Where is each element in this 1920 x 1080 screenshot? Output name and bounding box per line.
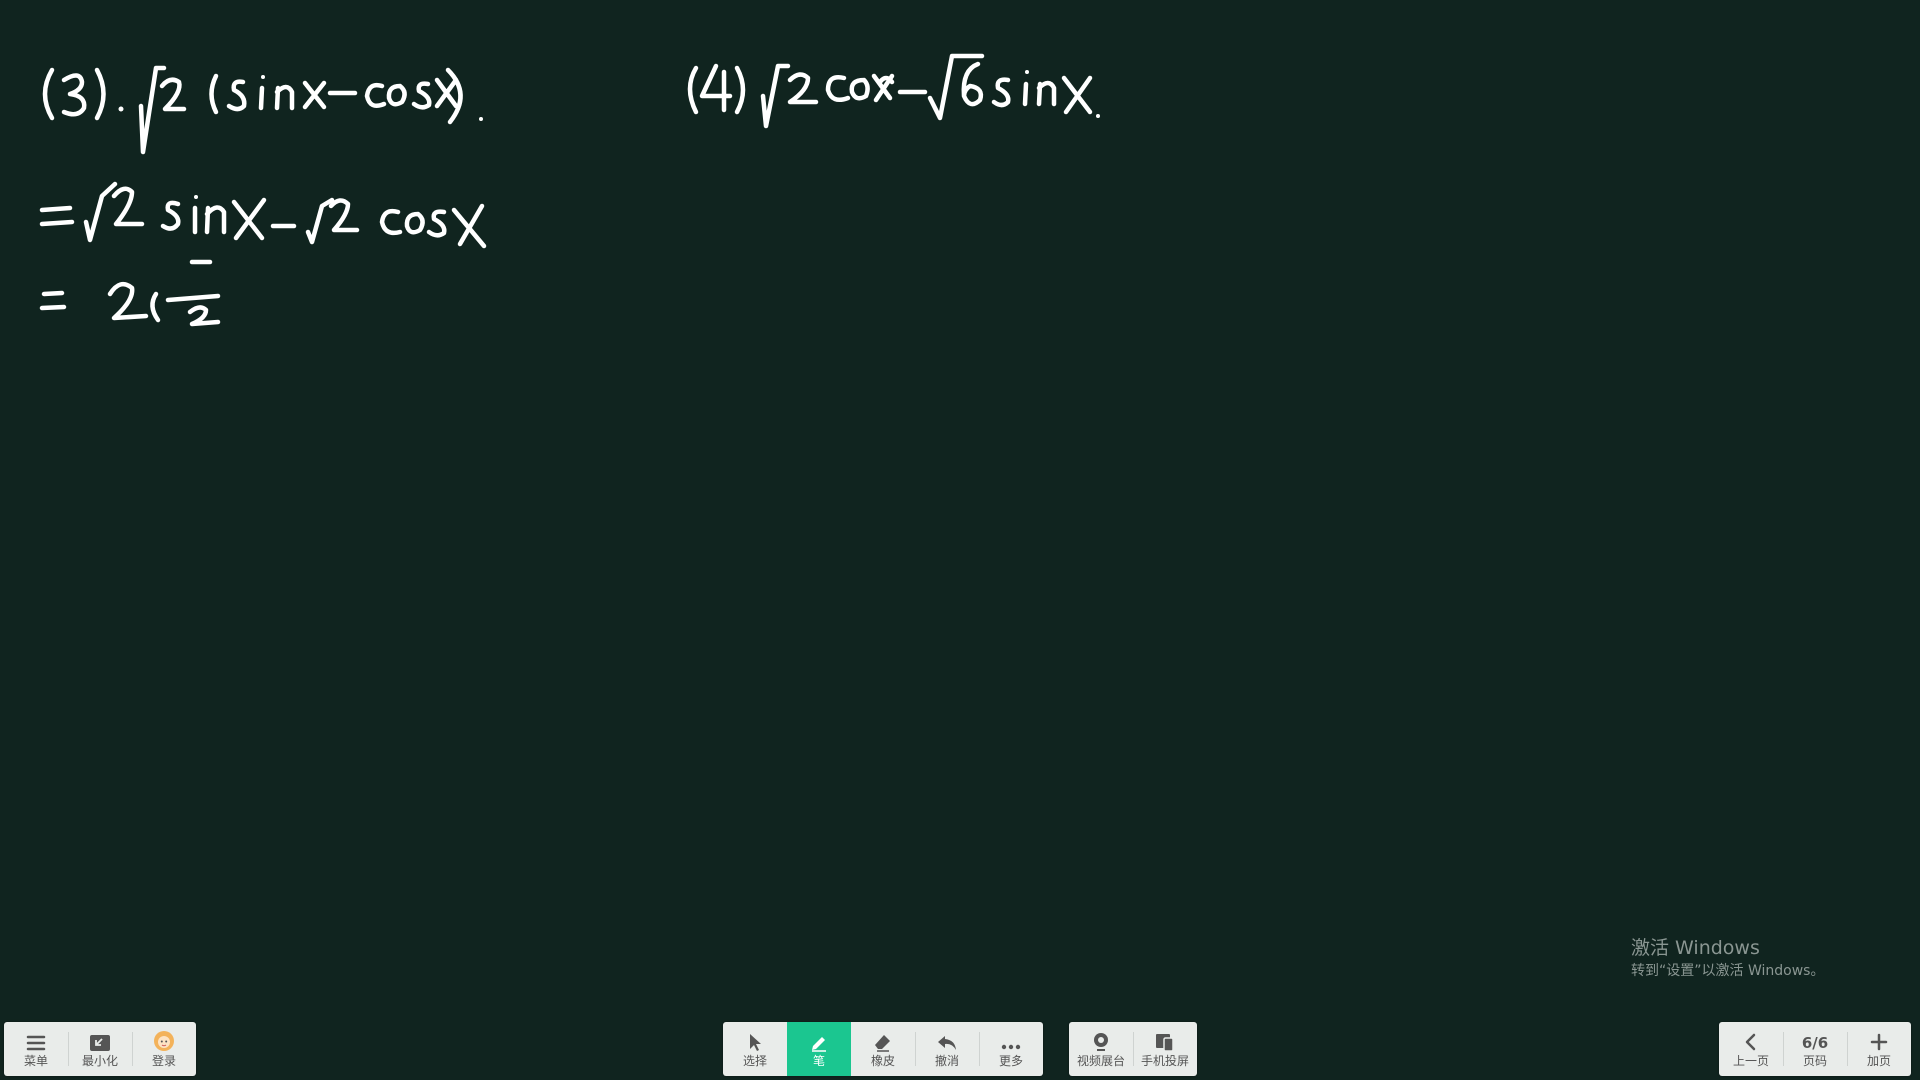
add-page-button[interactable]: 加页 xyxy=(1847,1022,1911,1076)
avatar-icon xyxy=(153,1030,175,1052)
phone-cast-icon xyxy=(1154,1030,1176,1052)
menu-button[interactable]: 菜单 xyxy=(4,1022,68,1076)
phone-cast-button[interactable]: 手机投屏 xyxy=(1133,1022,1197,1076)
more-label: 更多 xyxy=(998,1054,1023,1068)
login-label: 登录 xyxy=(151,1054,176,1068)
media-toolbar: 视频展台 手机投屏 xyxy=(1069,1022,1197,1076)
undo-icon xyxy=(936,1030,958,1052)
chevron-left-icon xyxy=(1743,1030,1759,1052)
pen-tool-button[interactable]: 笔 xyxy=(787,1022,851,1076)
video-booth-button[interactable]: 视频展台 xyxy=(1069,1022,1133,1076)
watermark-title: 激活 Windows xyxy=(1631,937,1760,959)
more-dots-icon xyxy=(1000,1030,1022,1052)
windows-activation-watermark: 激活 Windows 转到“设置”以激活 Windows。 xyxy=(1631,935,1824,981)
handwritten-line-2 xyxy=(39,181,487,249)
eraser-icon xyxy=(873,1030,893,1052)
camera-icon xyxy=(1091,1030,1111,1052)
handwritten-problem-3 xyxy=(42,65,483,155)
phone-cast-label: 手机投屏 xyxy=(1140,1054,1189,1068)
page-number-value: 6/6 xyxy=(1801,1034,1829,1052)
select-label: 选择 xyxy=(742,1054,767,1068)
page-number-button[interactable]: 6/6 页码 xyxy=(1783,1022,1847,1076)
eraser-label: 橡皮 xyxy=(870,1054,895,1068)
watermark-subtitle: 转到“设置”以激活 Windows。 xyxy=(1631,963,1825,979)
pen-icon xyxy=(809,1030,829,1052)
eraser-tool-button[interactable]: 橡皮 xyxy=(851,1022,915,1076)
more-button[interactable]: 更多 xyxy=(979,1022,1043,1076)
minimize-label: 最小化 xyxy=(81,1054,118,1068)
minimize-button[interactable]: 最小化 xyxy=(68,1022,132,1076)
left-toolbar: 菜单 最小化 登录 xyxy=(4,1022,196,1076)
plus-icon xyxy=(1869,1030,1889,1052)
select-tool-button[interactable]: 选择 xyxy=(723,1022,787,1076)
whiteboard-canvas[interactable] xyxy=(0,0,1920,1080)
menu-label: 菜单 xyxy=(23,1054,48,1068)
handwritten-line-3 xyxy=(39,259,221,327)
prev-page-button[interactable]: 上一页 xyxy=(1719,1022,1783,1076)
prev-page-label: 上一页 xyxy=(1732,1054,1769,1068)
handwritten-problem-4 xyxy=(687,53,1100,129)
page-number-label: 页码 xyxy=(1802,1054,1827,1068)
undo-button[interactable]: 撤消 xyxy=(915,1022,979,1076)
video-booth-label: 视频展台 xyxy=(1076,1054,1125,1068)
pen-label: 笔 xyxy=(812,1054,825,1068)
add-page-label: 加页 xyxy=(1866,1054,1891,1068)
minimize-icon xyxy=(89,1030,111,1052)
menu-icon xyxy=(26,1030,46,1052)
page-toolbar: 上一页 6/6 页码 加页 xyxy=(1719,1022,1911,1076)
center-toolbar: 选择 笔 橡皮 撤消 更多 xyxy=(723,1022,1043,1076)
undo-label: 撤消 xyxy=(934,1054,959,1068)
cursor-arrow-icon xyxy=(746,1030,764,1052)
login-button[interactable]: 登录 xyxy=(132,1022,196,1076)
